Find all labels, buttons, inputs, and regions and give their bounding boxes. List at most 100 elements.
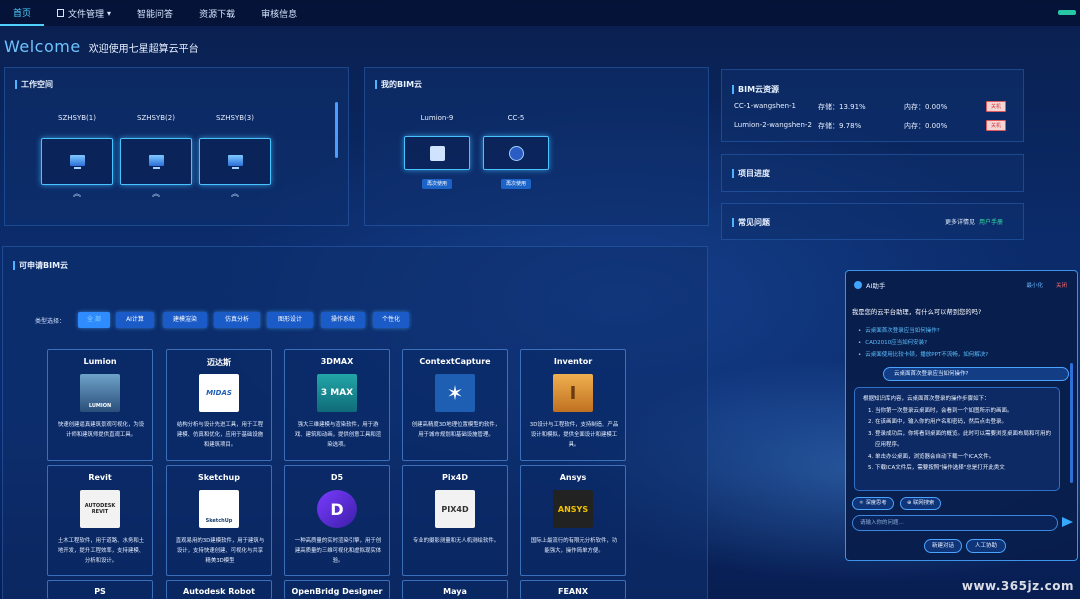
app-description: 创建高精度3D地理位置模型的软件，用于城市规划和基础设施管理。 bbox=[411, 422, 501, 438]
logo-text: ✶ bbox=[446, 381, 464, 405]
app-description: 3D设计与工程软件，支持制造、产品设计和模拟，提供全面设计和建模工具。 bbox=[529, 422, 619, 448]
reply-steps: 当你第一次登录云桌面时，会看到一个如图所示的画面。 在该画面中，输入你的用户名和… bbox=[863, 406, 1051, 475]
app-name: Sketchup bbox=[198, 473, 240, 482]
logo-text: AUTODESK REVIT bbox=[84, 503, 116, 515]
chat-scrollbar[interactable] bbox=[1070, 363, 1073, 483]
web-search-toggle[interactable]: ⊕ 联网搜索 bbox=[900, 497, 942, 510]
reply-step: 在该画面中，输入你的用户名和密码，然后点击登录。 bbox=[875, 417, 1051, 429]
chat-input[interactable]: 请输入你的问题... bbox=[852, 515, 1058, 531]
resource-row: CC-1-wangshen-1 存储：13.91% 内存：0.00% bbox=[734, 102, 1014, 112]
bim-resources-title: BIM云资源 bbox=[732, 85, 779, 94]
resource-name: Lumion-2-wangshen-2 bbox=[734, 121, 812, 129]
nav-home[interactable]: 首页 bbox=[0, 0, 45, 26]
welcome-title: Welcome bbox=[4, 37, 81, 56]
workspace-panel: 工作空间 SZHSYB(1) SZHSYB(2) SZHSYB(3) ︽ ︽ ︽ bbox=[4, 67, 349, 226]
suggestion-item[interactable]: CAD2010应当如何安装? bbox=[858, 338, 927, 346]
human-assist-button[interactable]: 人工协助 bbox=[966, 539, 1006, 553]
app-name: Ansys bbox=[559, 473, 587, 482]
logo-text: LUMION bbox=[88, 403, 112, 409]
project-progress-panel: 项目进度 bbox=[721, 154, 1024, 192]
type-graphics-button[interactable]: 图形设计 bbox=[267, 312, 313, 328]
workspace-card-2[interactable] bbox=[120, 138, 192, 185]
close-button[interactable]: 关闭 bbox=[1056, 281, 1067, 289]
resource-row: Lumion-2-wangshen-2 存储：9.78% 内存：0.00% bbox=[734, 121, 1014, 131]
app-card-revit[interactable]: Revit AUTODESK REVIT 土木工程软件，用于道路、水务和土地开发… bbox=[47, 465, 153, 576]
workspace-card-3[interactable] bbox=[199, 138, 271, 185]
send-icon[interactable] bbox=[1062, 517, 1073, 527]
suggestion-item[interactable]: 云桌面使用比较卡顿，播放PPT不流畅，如何解决? bbox=[858, 350, 988, 358]
app-card-midas[interactable]: 迈达斯 MIDAS 结构分析与设计先进工具，用于工程建模、仿真和优化，应用于基础… bbox=[166, 349, 272, 461]
nav-file-management[interactable]: 文件管理 ▾ bbox=[44, 0, 124, 26]
new-chat-button[interactable]: 新建对话 bbox=[924, 539, 962, 553]
workspace-title: 工作空间 bbox=[15, 80, 53, 89]
app-card-pix4d[interactable]: Pix4D PIX4D 专业的摄影测量和无人机测绘软件。 bbox=[402, 465, 508, 576]
faq-more-text: 更多详情见 bbox=[945, 219, 976, 226]
workspace-label-2: SZHSYB(2) bbox=[137, 114, 175, 122]
workspace-label-1: SZHSYB(1) bbox=[58, 114, 96, 122]
reply-step: 登录成功后，你将看到桌面的概览。此时可以需要浏览桌面布局和可用的应用程序。 bbox=[875, 429, 1051, 452]
3dmax-logo-icon: 3 MAX bbox=[317, 374, 357, 412]
reuse-button-cc[interactable]: 再次使用 bbox=[501, 179, 531, 189]
reply-intro: 根据知识库内容，云桌面首次登录的操作步骤如下： bbox=[863, 396, 990, 402]
nav-audit-info[interactable]: 审核信息 bbox=[248, 0, 310, 26]
type-filter-label: 类型选择： bbox=[35, 318, 66, 325]
chip-label: 联网搜索 bbox=[913, 500, 935, 506]
app-card-contextcapture[interactable]: ContextCapture ✶ 创建高精度3D地理位置模型的软件，用于城市规划… bbox=[402, 349, 508, 461]
chevron-up-icon[interactable]: ︽ bbox=[41, 188, 113, 199]
resource-storage: 存储：13.91% bbox=[818, 103, 866, 111]
my-bim-title: 我的BIM云 bbox=[375, 80, 422, 89]
logo-text: I bbox=[569, 382, 577, 404]
user-message: 云桌面首次登录应当如何操作? bbox=[883, 367, 1069, 381]
app-card-ansys[interactable]: Ansys ANSYS 国际上最流行的有限元分析软件，功能强大，操作简单方便。 bbox=[520, 465, 626, 576]
nav-resource-download[interactable]: 资源下载 bbox=[186, 0, 248, 26]
workspace-card-1[interactable] bbox=[41, 138, 113, 185]
logo-text: D bbox=[330, 499, 344, 519]
app-card-d5[interactable]: D5 D 一种高质量的实时渲染引擎，用于创建高质量的三维可视化和虚拟现实体验。 bbox=[284, 465, 390, 576]
type-all-button[interactable]: 全 部 bbox=[78, 312, 110, 328]
app-name: PS bbox=[94, 587, 106, 596]
nav-smart-qa[interactable]: 智能问答 bbox=[124, 0, 186, 26]
ai-assistant-panel: AI助手 最小化 关闭 我是您的云平台助理，有什么可以帮到您的吗? 云桌面首次登… bbox=[845, 270, 1078, 561]
type-os-button[interactable]: 操作系统 bbox=[321, 312, 365, 328]
type-modeling-button[interactable]: 建模渲染 bbox=[163, 312, 207, 328]
reuse-button-lumion[interactable]: 再次使用 bbox=[422, 179, 452, 189]
contextcapture-icon bbox=[509, 146, 524, 161]
deep-think-toggle[interactable]: ⚛ 深度思考 bbox=[852, 497, 894, 510]
user-manual-link[interactable]: 用户手册 bbox=[979, 219, 1003, 226]
app-name: Revit bbox=[88, 473, 112, 482]
app-description: 快速创建逼真建筑景观可视化，为设计师和建筑师提供直观工具。 bbox=[57, 422, 145, 438]
resource-name: CC-1-wangshen-1 bbox=[734, 102, 796, 110]
nav-file-label: 文件管理 bbox=[68, 9, 105, 20]
suggestion-item[interactable]: 云桌面首次登录应当如何操作? bbox=[858, 326, 939, 334]
app-card-inventor[interactable]: Inventor I 3D设计与工程软件，支持制造、产品设计和模拟，提供全面设计… bbox=[520, 349, 626, 461]
type-ai-button[interactable]: AI计算 bbox=[116, 312, 154, 328]
app-card-maya[interactable]: Maya bbox=[402, 580, 508, 599]
shutdown-button-1[interactable]: 关机 bbox=[986, 101, 1006, 112]
chevron-up-icon[interactable]: ︽ bbox=[120, 188, 192, 199]
app-card-3dmax[interactable]: 3DMAX 3 MAX 强大三维建模与渲染软件，用于游戏、建筑和动画，提供创意工… bbox=[284, 349, 390, 461]
app-name: Maya bbox=[443, 587, 467, 596]
app-description: 结构分析与设计先进工具，用于工程建模、仿真和优化，应用于基础设施和建筑项目。 bbox=[176, 422, 264, 448]
minimize-button[interactable]: 最小化 bbox=[1026, 281, 1043, 289]
app-card-openbridge[interactable]: OpenBridg Designer bbox=[284, 580, 390, 599]
app-description: 一种高质量的实时渲染引擎，用于创建高质量的三维可视化和虚拟现实体验。 bbox=[294, 538, 382, 564]
type-custom-button[interactable]: 个性化 bbox=[373, 312, 409, 328]
file-icon bbox=[57, 9, 65, 17]
resource-storage: 存储：9.78% bbox=[818, 122, 862, 130]
type-simulation-button[interactable]: 仿真分析 bbox=[214, 312, 260, 328]
app-card-sketchup[interactable]: Sketchup SketchUp 直观易用的3D建模软件，用于建筑与设计，支持… bbox=[166, 465, 272, 576]
app-description: 国际上最流行的有限元分析软件，功能强大，操作简单方便。 bbox=[530, 538, 618, 554]
ansys-logo-icon: ANSYS bbox=[553, 490, 593, 528]
app-card-feanx[interactable]: FEANX bbox=[520, 580, 626, 599]
chevron-up-icon[interactable]: ︽ bbox=[199, 188, 271, 199]
desktop-icon bbox=[149, 155, 164, 169]
workspace-scrollbar[interactable] bbox=[335, 102, 338, 158]
shutdown-button-2[interactable]: 关机 bbox=[986, 120, 1006, 131]
app-card-autodesk-robot[interactable]: Autodesk Robot bbox=[166, 580, 272, 599]
midas-logo-icon: MIDAS bbox=[199, 374, 239, 412]
app-card-lumion[interactable]: Lumion LUMION 快速创建逼真建筑景观可视化，为设计师和建筑师提供直观… bbox=[47, 349, 153, 461]
bim-card-cc[interactable] bbox=[483, 136, 549, 170]
app-card-ps[interactable]: PS bbox=[47, 580, 153, 599]
bim-card-lumion[interactable] bbox=[404, 136, 470, 170]
contextcapture-logo-icon: ✶ bbox=[435, 374, 475, 412]
